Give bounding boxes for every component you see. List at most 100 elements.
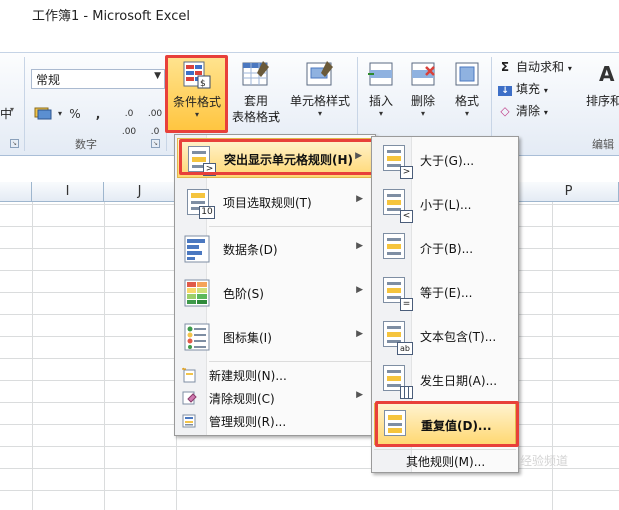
manage-rules-icon — [181, 413, 197, 429]
submenu-item-label: 发生日期(A)... — [420, 374, 498, 388]
menu-item-label: 数据条(D) — [223, 243, 278, 257]
autosum-button[interactable]: Σ 自动求和 ▾ — [498, 58, 572, 75]
partial-dropdown-arrow-icon[interactable]: ▾ — [10, 105, 14, 114]
submenu-item-label: 小于(L)... — [420, 198, 472, 212]
group-separator — [24, 57, 25, 151]
annotation-highlight-box — [165, 55, 228, 133]
column-header-J[interactable]: J — [104, 182, 176, 202]
menu-item-label: 新建规则(N)... — [209, 369, 287, 383]
window-title: 工作簿1 - Microsoft Excel — [32, 9, 190, 24]
number-group-label: 数字 — [75, 138, 97, 151]
number-format-select[interactable]: 常规 ▼ — [31, 69, 165, 89]
menu-separator — [209, 226, 373, 227]
menu-item-label: 管理规则(R)... — [209, 415, 287, 429]
top-bottom-icon: 10 — [183, 187, 215, 219]
submenu-item-label: 等于(E)... — [420, 286, 473, 300]
menu-item-color-scales[interactable]: 色阶(S) ▶ — [177, 273, 373, 313]
menu-item-label: 图标集(I) — [223, 331, 272, 345]
chevron-down-icon: ▾ — [420, 109, 425, 118]
format-as-table-label-1: 套用 — [243, 94, 268, 108]
submenu-item-label: 文本包含(T)... — [420, 330, 497, 344]
delete-button[interactable]: 删除 ▾ — [404, 57, 442, 119]
sort-az-icon: A — [589, 59, 619, 89]
menu-item-label: 清除规则(C) — [209, 392, 275, 406]
currency-icon — [34, 107, 52, 120]
menu-item-icon-sets[interactable]: 图标集(I) ▶ — [177, 317, 373, 357]
number-format-value: 常规 — [36, 73, 61, 87]
increase-decimal-button[interactable]: .0.00 — [118, 105, 140, 137]
format-label: 格式 — [454, 94, 479, 108]
alignment-launcher-icon[interactable]: ↘ — [10, 139, 19, 148]
sigma-icon: Σ — [500, 60, 510, 74]
menu-item-top-bottom-rules[interactable]: 10 项目选取规则(T) ▶ — [177, 182, 373, 222]
between-icon — [379, 231, 411, 265]
number-launcher-icon[interactable]: ↘ — [151, 139, 160, 148]
format-button[interactable]: 格式 ▾ — [448, 57, 486, 119]
chevron-down-icon: ▾ — [317, 109, 322, 118]
decrease-decimal-icon: .00.0 — [147, 109, 163, 137]
percent-button[interactable]: % — [66, 105, 84, 123]
submenu-item-equal-to[interactable]: = 等于(E)... — [374, 271, 516, 313]
greater-than-icon: > — [379, 143, 413, 179]
cell-styles-button[interactable]: 单元格样式 ▾ — [288, 57, 352, 119]
accounting-format-button[interactable] — [32, 105, 56, 123]
less-than-icon: < — [379, 187, 413, 223]
submenu-arrow-icon: ▶ — [356, 390, 363, 400]
accounting-dropdown-icon[interactable]: ▾ — [56, 105, 64, 123]
title-bar: 工作簿1 - Microsoft Excel — [0, 0, 619, 52]
date-occurring-icon — [379, 363, 413, 399]
menu-item-clear-rules[interactable]: 清除规则(C) ▶ — [177, 387, 373, 409]
editing-group-label: 编辑 — [592, 138, 614, 151]
color-scale-icon — [183, 278, 213, 308]
insert-button[interactable]: 插入 ▾ — [362, 57, 400, 119]
chevron-down-icon: ▼ — [154, 71, 161, 81]
column-header-P[interactable]: P — [519, 182, 619, 202]
format-as-table-icon — [241, 59, 271, 89]
format-cells-icon — [452, 59, 482, 89]
decrease-decimal-button[interactable]: .00.0 — [144, 105, 166, 137]
watermark: 经验频道 — [520, 454, 569, 468]
fill-button[interactable]: ↓ 填充 ▾ — [498, 80, 548, 97]
chevron-down-icon: ▾ — [543, 86, 548, 95]
delete-label: 删除 — [410, 94, 435, 108]
column-header-I[interactable]: I — [32, 182, 104, 202]
menu-item-manage-rules[interactable]: 管理规则(R)... — [177, 410, 373, 432]
menu-item-label: 色阶(S) — [223, 287, 264, 301]
column-header-H[interactable] — [0, 182, 32, 202]
sort-filter-button[interactable]: A 排序和 — [584, 57, 619, 109]
chevron-down-icon: ▾ — [378, 109, 383, 118]
submenu-item-greater-than[interactable]: > 大于(G)... — [374, 139, 516, 181]
menu-item-new-rule[interactable]: 新建规则(N)... — [177, 364, 373, 386]
icon-sets-icon — [183, 322, 213, 352]
grid-line — [32, 202, 33, 510]
submenu-item-between[interactable]: 介于(B)... — [374, 227, 516, 269]
submenu-item-more-rules[interactable]: 其他规则(M)... — [406, 453, 485, 470]
clear-button[interactable]: ◇ 清除 ▾ — [498, 102, 548, 119]
data-bars-icon — [183, 234, 213, 264]
submenu-item-text-contains[interactable]: ab 文本包含(T)... — [374, 315, 516, 357]
comma-style-button[interactable]: , — [90, 105, 106, 123]
autosum-label: 自动求和 — [516, 60, 565, 74]
submenu-arrow-icon: ▶ — [356, 194, 363, 204]
menu-separator — [374, 449, 516, 450]
annotation-highlight-box — [179, 139, 377, 175]
chevron-down-icon: ▾ — [274, 113, 279, 122]
cell-styles-label: 单元格样式 — [289, 94, 350, 108]
new-rule-icon — [181, 367, 197, 383]
chevron-down-icon: ▾ — [543, 108, 548, 117]
submenu-item-label: 大于(G)... — [420, 154, 475, 168]
fill-down-icon: ↓ — [498, 86, 512, 96]
menu-item-label: 项目选取规则(T) — [223, 196, 312, 210]
highlight-rules-submenu: > 大于(G)... < 小于(L)... 介于(B)... = 等于(E)..… — [371, 136, 519, 473]
equal-to-icon: = — [379, 275, 413, 311]
svg-text:A: A — [599, 62, 615, 86]
delete-cells-icon — [408, 59, 438, 89]
menu-item-data-bars[interactable]: 数据条(D) ▶ — [177, 229, 373, 269]
sort-label: 排序和 — [585, 94, 619, 108]
conditional-formatting-menu: > 突出显示单元格规则(H) ▶ 10 项目选取规则(T) ▶ 数据条(D) ▶ — [174, 134, 377, 436]
eraser-icon: ◇ — [500, 104, 510, 118]
chevron-down-icon: ▾ — [567, 64, 572, 73]
submenu-item-date-occurring[interactable]: 发生日期(A)... — [374, 359, 516, 401]
submenu-item-less-than[interactable]: < 小于(L)... — [374, 183, 516, 225]
menu-separator — [209, 361, 373, 362]
